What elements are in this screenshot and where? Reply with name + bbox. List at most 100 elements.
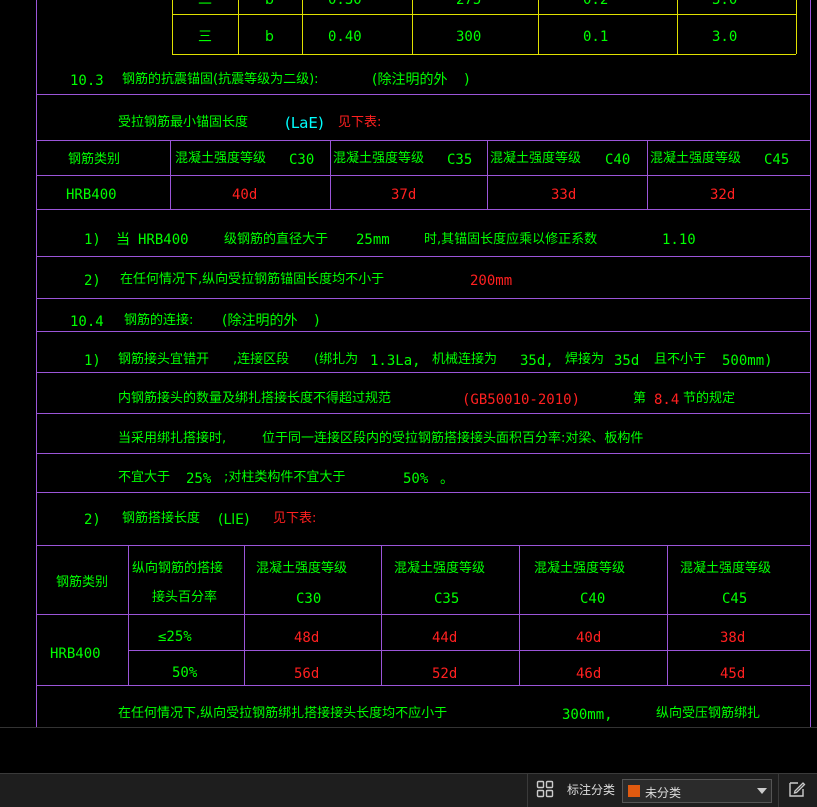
frame-left-line bbox=[36, 0, 37, 727]
annotation-category-select[interactable]: 未分类 bbox=[622, 779, 772, 803]
note-text: 焊接为 bbox=[565, 352, 605, 367]
section-number: 10.3 bbox=[70, 73, 104, 89]
note-text: 35d, bbox=[520, 353, 554, 369]
anchor-label: 受拉钢筋最小锚固长度 bbox=[118, 115, 249, 130]
col-header: 混凝土强度等级 bbox=[490, 151, 582, 166]
section-number: 10.4 bbox=[70, 314, 104, 330]
category-color-swatch bbox=[628, 785, 640, 797]
note-text: 时,其锚固长度应乘以修正系数 bbox=[424, 232, 598, 247]
col-header-grade: C40 bbox=[605, 152, 631, 168]
note-text: 且不小于 bbox=[654, 352, 707, 367]
note-text: (绑扎为 bbox=[314, 352, 359, 367]
col-header-grade: C35 bbox=[447, 152, 473, 168]
col-header: 混凝土强度等级 bbox=[175, 151, 267, 166]
col-header: 混凝土强度等级 bbox=[333, 151, 425, 166]
category-value: 未分类 bbox=[645, 786, 682, 800]
note-text: 25% bbox=[186, 471, 212, 487]
pct-cell: 50% bbox=[172, 665, 198, 681]
note-text: 钢筋搭接长度 bbox=[122, 511, 201, 526]
note-text: 第 bbox=[633, 391, 647, 406]
col-header-grade: C45 bbox=[764, 152, 790, 168]
note-text: 位于同一连接区段内的受拉钢筋搭接接头面积百分率:对梁、板构件 bbox=[262, 431, 644, 446]
top-table-cell: 0.30 bbox=[328, 0, 362, 8]
col-header: 混凝土强度等级 bbox=[650, 151, 742, 166]
top-table-cell: 0.40 bbox=[328, 29, 362, 45]
col-header-grade: C45 bbox=[722, 591, 748, 607]
note-text: 35d bbox=[614, 353, 640, 369]
table-cell: 33d bbox=[551, 187, 577, 203]
col-header: 混凝土强度等级 bbox=[534, 561, 626, 576]
note-text: 级钢筋的直径大于 bbox=[224, 232, 329, 247]
command-area[interactable] bbox=[0, 727, 817, 774]
section-note: (除注明的外 bbox=[222, 313, 298, 329]
note-text: ,连接区段 bbox=[233, 352, 290, 367]
col-header-grade: C35 bbox=[434, 591, 460, 607]
note-value: 200mm bbox=[470, 273, 513, 289]
table-cell: 44d bbox=[432, 630, 458, 646]
col-header: 钢筋类别 bbox=[56, 575, 109, 590]
status-bar: 标注分类 未分类 bbox=[0, 773, 817, 807]
note-number: 1) bbox=[84, 353, 101, 369]
note-text: HRB400 bbox=[138, 232, 189, 248]
note-text: 1.10 bbox=[662, 232, 696, 248]
grid-icon bbox=[536, 780, 554, 802]
note-text: 当采用绑扎搭接时, bbox=[118, 431, 227, 446]
drawing-canvas[interactable]: 二 b 0.30 275 0.2 3.0 三 b 0.40 300 0.1 3.… bbox=[0, 0, 817, 727]
note-text: 钢筋接头宜错开 bbox=[118, 352, 210, 367]
col-header: 混凝土强度等级 bbox=[256, 561, 348, 576]
annotation-grid-button[interactable] bbox=[532, 779, 558, 803]
note-text: 节的规定 bbox=[683, 391, 736, 406]
table-cell: 38d bbox=[720, 630, 746, 646]
note-text: 。 bbox=[440, 471, 454, 487]
see-below: 见下表: bbox=[273, 511, 317, 526]
edit-annotation-button[interactable] bbox=[784, 779, 810, 803]
note-text: 500mm) bbox=[722, 353, 773, 369]
col-header: 混凝土强度等级 bbox=[680, 561, 772, 576]
top-table-cell: 3.0 bbox=[712, 0, 738, 8]
annotation-category-label: 标注分类 bbox=[567, 783, 616, 797]
section-note-close: ) bbox=[464, 72, 470, 88]
top-table-cell: b bbox=[265, 29, 274, 45]
note-text: 不宜大于 bbox=[118, 470, 171, 485]
top-table-cell: 300 bbox=[456, 29, 482, 45]
table-cell: 40d bbox=[232, 187, 258, 203]
col-header: 纵向钢筋的搭接 bbox=[132, 561, 224, 576]
note-text: 1.3La, bbox=[370, 353, 421, 369]
table-cell: 45d bbox=[720, 666, 746, 682]
edit-icon bbox=[788, 780, 806, 802]
clause-number: 8.4 bbox=[654, 392, 680, 408]
table-cell: 56d bbox=[294, 666, 320, 682]
table-cell: 48d bbox=[294, 630, 320, 646]
top-table-cell: 三 bbox=[198, 29, 212, 45]
note-number: 2) bbox=[84, 273, 101, 289]
top-table-cell: 0.2 bbox=[583, 0, 609, 8]
note-text: 50% bbox=[403, 471, 429, 487]
note-text: ;对柱类构件不宜大于 bbox=[224, 470, 346, 485]
note-number: 2) bbox=[84, 512, 101, 528]
section-title: 钢筋的连接: bbox=[124, 313, 194, 328]
top-table-cell: 275 bbox=[456, 0, 482, 8]
row-type: HRB400 bbox=[50, 646, 101, 662]
note-text: 内钢筋接头的数量及绑扎搭接长度不得超过规范 bbox=[118, 391, 392, 406]
see-below: 见下表: bbox=[338, 115, 382, 130]
col-header-grade: C30 bbox=[289, 152, 315, 168]
anchor-symbol: (LaE) bbox=[285, 114, 324, 132]
table-cell: 32d bbox=[710, 187, 736, 203]
col-header: 接头百分率 bbox=[152, 590, 218, 605]
note-text: 在任何情况下,纵向受拉钢筋锚固长度均不小于 bbox=[120, 272, 385, 287]
section-note: (除注明的外 bbox=[372, 72, 448, 88]
top-table-cell: 3.0 bbox=[712, 29, 738, 45]
row-type: HRB400 bbox=[66, 187, 117, 203]
chevron-down-icon bbox=[757, 788, 767, 794]
table-cell: 46d bbox=[576, 666, 602, 682]
col-header-grade: C30 bbox=[296, 591, 322, 607]
pct-cell: ≤25% bbox=[158, 629, 192, 645]
table-cell: 52d bbox=[432, 666, 458, 682]
col-header: 钢筋类别 bbox=[68, 152, 121, 167]
table-cell: 40d bbox=[576, 630, 602, 646]
note-text: 纵向受压钢筋绑扎 bbox=[656, 706, 761, 721]
table-cell: 37d bbox=[391, 187, 417, 203]
note-text: 机械连接为 bbox=[432, 352, 498, 367]
section-note-close: ) bbox=[314, 313, 320, 329]
top-table-cell: 0.1 bbox=[583, 29, 609, 45]
